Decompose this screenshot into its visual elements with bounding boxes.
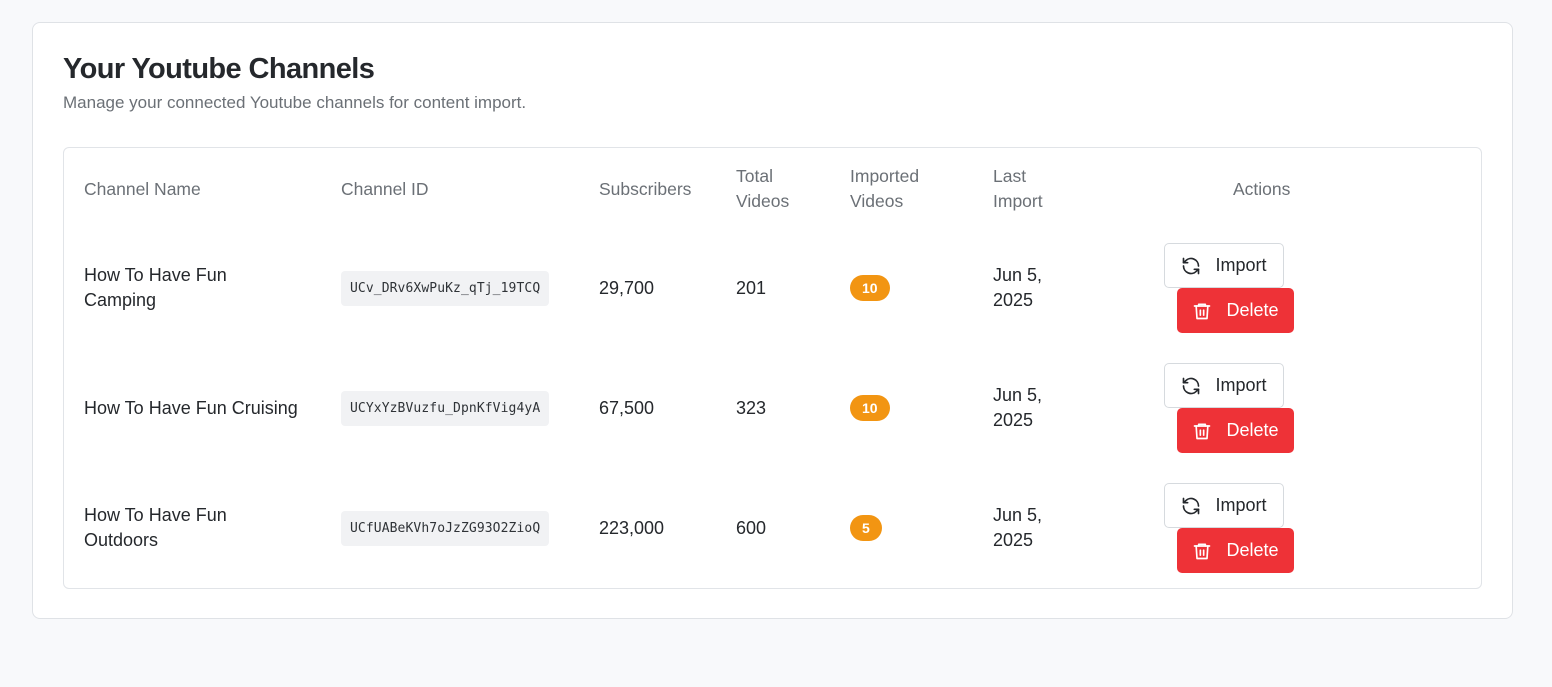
subscribers: 29,700	[599, 277, 655, 298]
channel-name: How To Have Fun Cruising	[84, 397, 298, 418]
channel-id: UCYxYzBVuzfu_DpnKfVig4yA	[341, 348, 550, 468]
import-button[interactable]: Import	[1164, 243, 1284, 288]
last-import: Jun 5, 2025	[993, 505, 1043, 550]
header-last-import: Last Import	[993, 166, 1043, 211]
channels-table: Channel Name Channel ID Subscribers Tota…	[63, 147, 1482, 589]
trash-icon	[1192, 541, 1212, 561]
channels-card: Your Youtube Channels Manage your connec…	[32, 22, 1513, 619]
import-button[interactable]: Import	[1164, 363, 1284, 408]
trash-icon	[1192, 301, 1212, 321]
subscribers: 67,500	[599, 397, 655, 418]
total-videos: 323	[736, 397, 767, 418]
table-row: How To Have Fun Camping UCv_DRv6XwPuKz_qT…	[64, 228, 1481, 348]
page-title: Your Youtube Channels	[63, 53, 375, 85]
channel-id: UCv_DRv6XwPuKz_qTj_19TCQ	[341, 228, 550, 348]
refresh-icon	[1181, 256, 1201, 276]
imported-count-badge: 10	[850, 395, 890, 421]
channel-name: How To Have Fun Camping	[84, 265, 227, 310]
subscribers: 223,000	[599, 517, 665, 538]
total-videos: 201	[736, 277, 767, 298]
import-button[interactable]: Import	[1164, 483, 1284, 528]
delete-button[interactable]: Delete	[1177, 288, 1294, 333]
channel-id: UCfUABeKVh7oJzZG93O2ZioQ	[341, 468, 550, 588]
imported-videos: 10	[850, 348, 890, 468]
refresh-icon	[1181, 376, 1201, 396]
last-import: Jun 5, 2025	[993, 385, 1043, 430]
imported-count-badge: 5	[850, 515, 882, 541]
trash-icon	[1192, 421, 1212, 441]
imported-videos: 5	[850, 468, 882, 588]
channel-name: How To Have Fun Outdoors	[84, 505, 227, 550]
delete-button[interactable]: Delete	[1177, 528, 1294, 573]
table-row: How To Have Fun Outdoors UCfUABeKVh7oJzZG…	[64, 468, 1481, 588]
refresh-icon	[1181, 496, 1201, 516]
last-import: Jun 5, 2025	[993, 265, 1043, 310]
page-subtitle: Manage your connected Youtube channels f…	[63, 93, 527, 112]
total-videos: 600	[736, 517, 767, 538]
imported-videos: 10	[850, 228, 890, 348]
delete-button[interactable]: Delete	[1177, 408, 1294, 453]
header-actions: Actions	[1233, 178, 1291, 199]
imported-count-badge: 10	[850, 275, 890, 301]
header-imported-videos: Imported Videos	[850, 166, 920, 211]
header-channel-name: Channel Name	[84, 178, 201, 199]
header-channel-id: Channel ID	[341, 178, 429, 199]
header-subscribers: Subscribers	[599, 178, 692, 199]
table-row: How To Have Fun Cruising UCYxYzBVuzfu_Dp…	[64, 348, 1481, 468]
header-total-videos: Total Videos	[736, 166, 790, 211]
